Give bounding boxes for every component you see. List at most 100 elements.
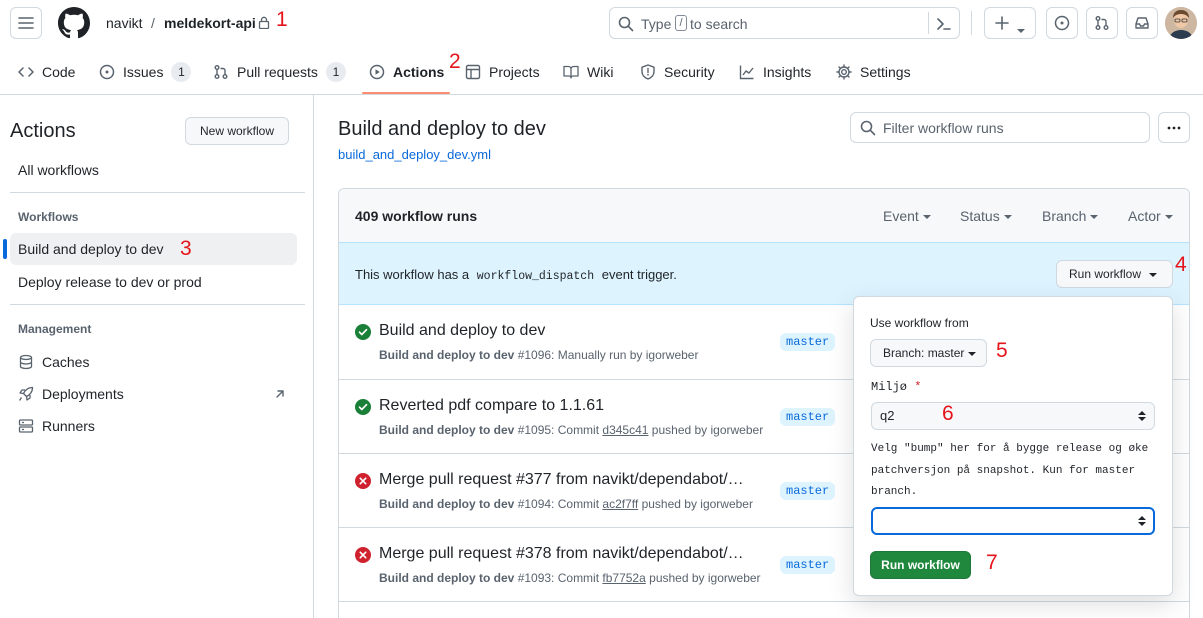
select-arrows-icon xyxy=(1138,411,1146,421)
sidebar-item-deployments[interactable]: Deployments xyxy=(18,386,288,404)
tab-actions[interactable]: Actions xyxy=(369,60,444,84)
sidebar-divider xyxy=(10,304,305,305)
pull-requests-counter: 1 xyxy=(325,62,346,82)
run-workflow-submit-button[interactable]: Run workflow xyxy=(870,551,971,579)
user-avatar[interactable] xyxy=(1165,7,1197,39)
menu-button[interactable] xyxy=(10,7,42,39)
x-circle-icon xyxy=(355,547,371,563)
filter-placeholder: Filter workflow runs xyxy=(883,120,1004,136)
annotation-6: 6 xyxy=(942,402,954,425)
inbox-icon xyxy=(1135,17,1149,29)
run-workflow-dropdown-button[interactable]: Run workflow xyxy=(1056,260,1173,288)
branch-tag[interactable]: master xyxy=(780,408,836,426)
dispatch-text-pre: This workflow has a xyxy=(355,267,470,282)
tab-actions-label: Actions xyxy=(393,64,445,80)
annotation-5: 5 xyxy=(996,339,1008,362)
commit-link[interactable]: fb7752a xyxy=(602,571,645,585)
command-palette-icon[interactable] xyxy=(936,16,952,32)
miljo-select-value: q2 xyxy=(880,408,895,423)
branch-select-button[interactable]: Branch: master xyxy=(870,339,987,367)
dispatch-text-post: event trigger. xyxy=(601,267,677,282)
branch-filter-label: Branch xyxy=(1042,208,1087,224)
actor-filter[interactable]: Actor xyxy=(1128,208,1173,224)
tab-pull-requests[interactable]: Pull requests 1 xyxy=(213,60,346,84)
branch-tag[interactable]: master xyxy=(780,482,836,500)
tab-security[interactable]: Security xyxy=(640,60,715,84)
search-icon xyxy=(618,16,634,32)
header-bottom-border xyxy=(0,94,1203,95)
commit-link[interactable]: ac2f7ff xyxy=(602,497,638,511)
lock-icon xyxy=(258,16,270,29)
event-filter-label: Event xyxy=(883,208,919,224)
check-circle-icon xyxy=(355,399,371,415)
miljo-label: Miljø * xyxy=(871,380,922,394)
inbox-button[interactable] xyxy=(1126,7,1158,39)
issues-counter: 1 xyxy=(171,62,192,82)
repo-owner-link[interactable]: navikt xyxy=(106,15,143,31)
chevron-down-icon xyxy=(922,215,931,220)
tab-insights[interactable]: Insights xyxy=(739,60,811,84)
tab-issues[interactable]: Issues 1 xyxy=(99,60,192,84)
repo-name-link[interactable]: meldekort-api xyxy=(164,15,256,31)
shield-icon xyxy=(641,64,655,80)
annotation-3: 3 xyxy=(180,237,192,260)
tab-code-label: Code xyxy=(42,64,76,80)
run-meta: Build and deploy to dev #1094: Commit ac… xyxy=(379,497,753,511)
play-icon xyxy=(369,64,385,80)
search-placeholder-after: to search xyxy=(690,16,748,32)
page-title: Build and deploy to dev xyxy=(338,118,546,140)
dispatch-text: This workflow has a workflow_dispatch ev… xyxy=(355,267,677,283)
annotation-4: 4 xyxy=(1175,253,1187,276)
bump-select[interactable] xyxy=(871,507,1155,535)
tab-projects[interactable]: Projects xyxy=(465,60,540,84)
github-logo-icon[interactable] xyxy=(58,7,90,39)
branch-select-label: Branch: master xyxy=(883,346,965,360)
run-title[interactable]: Reverted pdf compare to 1.1.61 xyxy=(379,397,604,415)
annotation-2: 2 xyxy=(449,50,461,73)
required-asterisk: * xyxy=(914,380,922,394)
pull-requests-global-button[interactable] xyxy=(1086,7,1118,39)
chevron-down-icon xyxy=(1017,22,1025,38)
actor-filter-label: Actor xyxy=(1128,208,1161,224)
filter-runs-input[interactable]: Filter workflow runs xyxy=(850,112,1150,143)
branch-tag[interactable]: master xyxy=(780,556,836,574)
sidebar-item-all-workflows[interactable]: All workflows xyxy=(18,162,99,178)
database-icon xyxy=(19,354,33,370)
kebab-horizontal-icon xyxy=(1167,126,1181,129)
tab-code[interactable]: Code xyxy=(18,60,75,84)
create-new-button[interactable] xyxy=(984,7,1036,39)
table-icon xyxy=(465,64,481,80)
run-title[interactable]: Merge pull request #378 from navikt/depe… xyxy=(379,545,744,563)
issues-global-button[interactable] xyxy=(1046,7,1078,39)
sidebar-item-deploy-release[interactable]: Deploy release to dev or prod xyxy=(18,274,202,290)
more-options-button[interactable] xyxy=(1158,112,1190,143)
workflow-file-link[interactable]: build_and_deploy_dev.yml xyxy=(338,147,491,162)
use-workflow-from-label: Use workflow from xyxy=(870,316,969,330)
branch-filter[interactable]: Branch xyxy=(1042,208,1099,224)
tab-settings[interactable]: Settings xyxy=(836,60,911,84)
chevron-down-icon xyxy=(1003,215,1012,220)
status-filter[interactable]: Status xyxy=(960,208,1012,224)
run-meta: Build and deploy to dev #1095: Commit d3… xyxy=(379,423,764,437)
sidebar-title: Actions xyxy=(10,120,76,142)
run-title[interactable]: Merge pull request #377 from navikt/depe… xyxy=(379,471,744,489)
branch-tag[interactable]: master xyxy=(780,333,836,351)
commit-link[interactable]: d345c41 xyxy=(602,423,648,437)
miljo-select[interactable]: q2 xyxy=(871,402,1155,430)
code-icon xyxy=(18,67,34,77)
tab-wiki[interactable]: Wiki xyxy=(563,60,613,84)
global-search-input[interactable]: Type / to search xyxy=(609,7,960,39)
event-filter[interactable]: Event xyxy=(883,208,931,224)
chevron-down-icon xyxy=(1090,215,1099,220)
sidebar-item-label: Caches xyxy=(42,354,90,370)
search-placeholder-before: Type xyxy=(641,16,672,32)
plus-icon xyxy=(994,15,1010,31)
hamburger-icon xyxy=(18,17,34,29)
runs-count: 409 workflow runs xyxy=(355,208,478,224)
select-arrows-icon xyxy=(1138,516,1146,526)
run-title[interactable]: Build and deploy to dev xyxy=(379,322,545,340)
new-workflow-button[interactable]: New workflow xyxy=(185,117,289,145)
breadcrumb-separator: / xyxy=(151,15,155,31)
sidebar-item-build-deploy-dev[interactable]: Build and deploy to dev xyxy=(3,233,297,265)
search-shortcut-key: / xyxy=(675,15,687,31)
